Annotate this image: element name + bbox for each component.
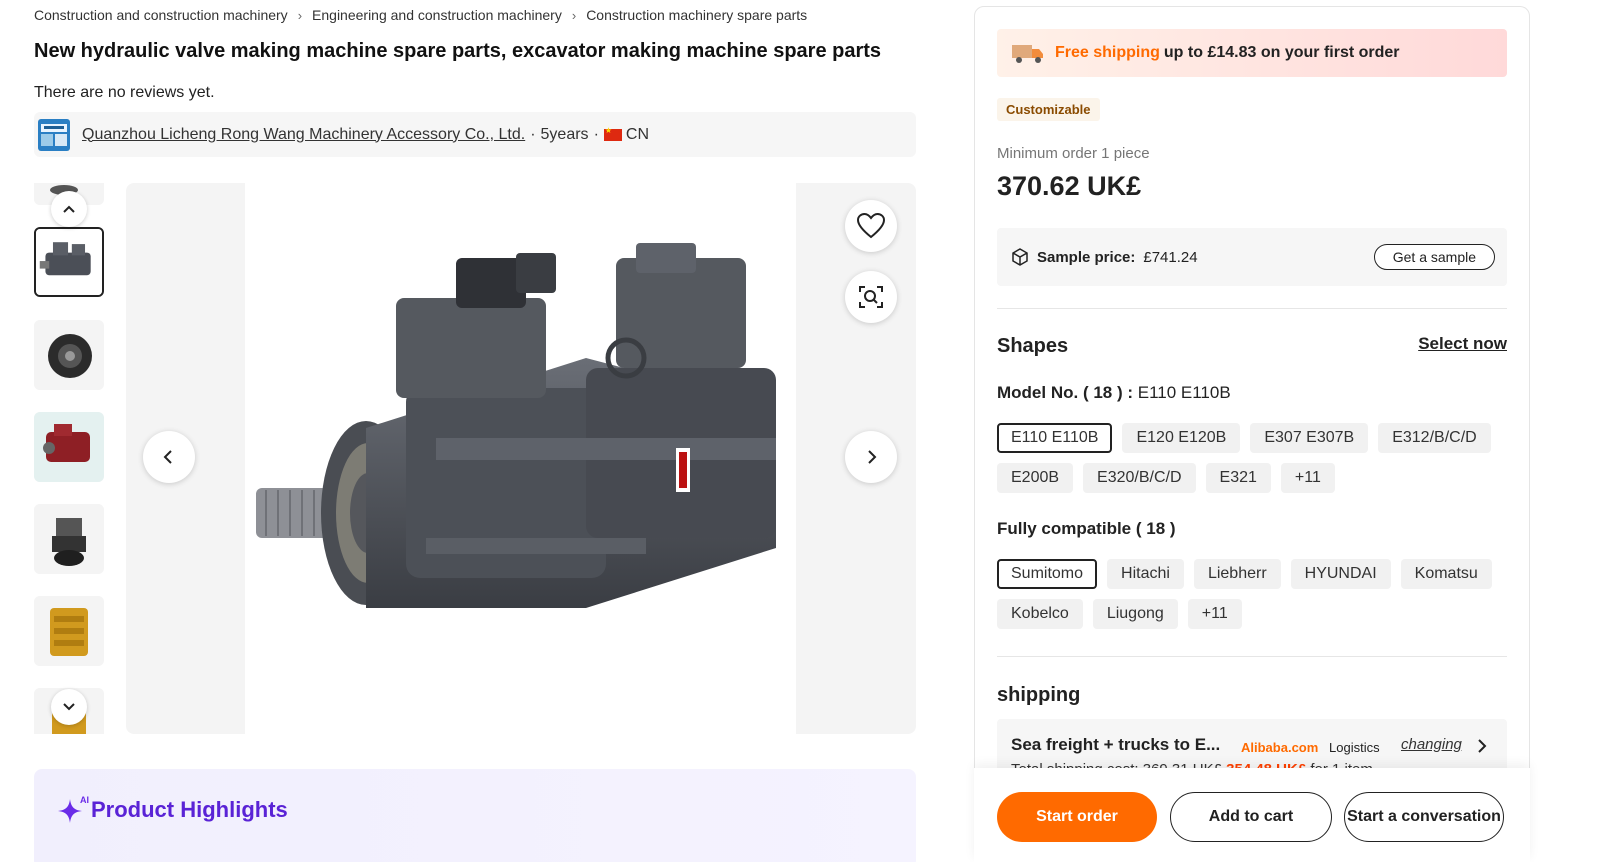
heart-icon — [857, 213, 885, 239]
supplier-bar: Quanzhou Licheng Rong Wang Machinery Acc… — [34, 112, 916, 157]
breadcrumb-item[interactable]: Construction machinery spare parts — [586, 7, 807, 23]
alibaba-brand: Alibaba.com — [1241, 740, 1319, 755]
model-selected: E110 E110B — [1137, 383, 1231, 402]
supplier-logo — [38, 118, 70, 151]
chevron-left-icon — [163, 450, 172, 464]
model-options: E110 E110B E120 E120B E307 E307B E312/B/… — [997, 423, 1507, 493]
action-bar: Start order Add to cart Start a conversa… — [974, 768, 1530, 862]
chevron-right-icon — [868, 450, 877, 464]
product-highlights[interactable]: AI Product Highlights — [34, 769, 916, 862]
model-option[interactable]: E200B — [997, 463, 1074, 493]
ai-tag: AI — [80, 795, 89, 805]
chevron-right-icon — [1478, 739, 1487, 753]
thumbnail-selected[interactable] — [34, 227, 104, 297]
china-flag-icon — [603, 126, 622, 141]
change-shipping-link[interactable]: changing — [1401, 736, 1462, 753]
model-more-option[interactable]: +11 — [1280, 463, 1335, 493]
purchase-panel: Free shipping up to £14.83 on your first… — [974, 6, 1530, 862]
customizable-badge: Customizable — [997, 98, 1100, 121]
compatible-option[interactable]: Hitachi — [1107, 559, 1184, 589]
price: 370.62 UK£ — [997, 171, 1142, 201]
previous-image-button[interactable] — [143, 431, 195, 483]
thumbnail[interactable] — [34, 504, 104, 574]
get-sample-button[interactable]: Get a sample — [1373, 244, 1495, 270]
hydraulic-pump-image — [256, 243, 776, 608]
supplier-country: CN — [625, 125, 649, 143]
shapes-title: Shapes — [997, 335, 1069, 357]
free-shipping-banner: Free shipping up to £14.83 on your first… — [997, 29, 1507, 77]
supplier-name-link[interactable]: Quanzhou Licheng Rong Wang Machinery Acc… — [82, 126, 525, 144]
start-order-button[interactable]: Start order — [997, 792, 1157, 842]
free-shipping-text: Free shipping — [1055, 44, 1160, 61]
thumbnail-scroll-down-button[interactable] — [51, 689, 87, 725]
supplier-years: 5years — [540, 125, 589, 143]
thumbnail[interactable] — [34, 596, 104, 666]
image-search-button[interactable] — [845, 271, 897, 323]
thumbnail-scroll-up-button[interactable] — [51, 191, 87, 227]
box-icon — [1012, 248, 1028, 266]
model-label-row: Model No. ( 18 ) : E110 E110B — [997, 383, 1231, 403]
breadcrumb-item[interactable]: Construction and construction machinery — [34, 7, 288, 23]
reviews-text: There are no reviews yet. — [34, 84, 215, 101]
breadcrumb: Construction and construction machinery … — [34, 7, 807, 23]
truck-icon — [1012, 45, 1043, 63]
chevron-down-icon — [63, 703, 75, 711]
thumbnail[interactable] — [34, 412, 104, 482]
shipping-title: shipping — [997, 684, 1081, 706]
compatible-option[interactable]: Kobelco — [997, 599, 1083, 629]
chevron-up-icon — [63, 205, 75, 213]
compatible-option[interactable]: HYUNDAI — [1290, 559, 1391, 589]
compatible-more-option[interactable]: +11 — [1187, 599, 1242, 629]
compatible-option[interactable]: Liugong — [1092, 599, 1178, 629]
start-conversation-button[interactable]: Start a conversation — [1344, 792, 1504, 842]
compatible-option[interactable]: Sumitomo — [997, 559, 1098, 589]
free-shipping-detail: up to £14.83 on your first order — [1163, 44, 1400, 61]
model-option[interactable]: E120 E120B — [1122, 423, 1241, 453]
chevron-right-icon: › — [297, 7, 303, 23]
next-image-button[interactable] — [845, 431, 897, 483]
compatible-label: Fully compatible ( 18 ) — [997, 519, 1176, 538]
product-title: New hydraulic valve making machine spare… — [34, 40, 882, 62]
image-search-icon — [859, 286, 883, 308]
sample-price-label: Sample price: — [1037, 248, 1136, 266]
favorite-button[interactable] — [845, 200, 897, 252]
compatible-options: Sumitomo Hitachi Liebherr HYUNDAI Komats… — [997, 559, 1507, 629]
chevron-right-icon: › — [571, 7, 577, 23]
model-option[interactable]: E321 — [1205, 463, 1271, 493]
logistics-label: Logistics — [1329, 740, 1380, 755]
thumbnail-list — [34, 183, 106, 734]
model-option[interactable]: E110 E110B — [997, 423, 1113, 453]
model-option[interactable]: E320/B/C/D — [1083, 463, 1196, 493]
model-option[interactable]: E307 E307B — [1250, 423, 1369, 453]
main-product-image — [126, 183, 916, 734]
compatible-option[interactable]: Komatsu — [1400, 559, 1492, 589]
sample-price-box: Sample price: £741.24 Get a sample — [997, 228, 1507, 286]
breadcrumb-item[interactable]: Engineering and construction machinery — [312, 7, 562, 23]
thumbnail[interactable] — [34, 320, 104, 390]
highlights-label: Product Highlights — [91, 797, 288, 822]
sample-price-value: £741.24 — [1143, 248, 1198, 266]
add-to-cart-button[interactable]: Add to cart — [1170, 792, 1332, 842]
compatible-option[interactable]: Liebherr — [1193, 559, 1281, 589]
ai-sparkle-icon: AI — [58, 795, 89, 823]
model-label: Model No. ( 18 ) : — [997, 383, 1133, 402]
minimum-order: Minimum order 1 piece — [997, 145, 1150, 162]
model-option[interactable]: E312/B/C/D — [1378, 423, 1491, 453]
shipping-method: Sea freight + trucks to E... — [1011, 735, 1221, 754]
select-now-link[interactable]: Select now — [1418, 334, 1507, 354]
